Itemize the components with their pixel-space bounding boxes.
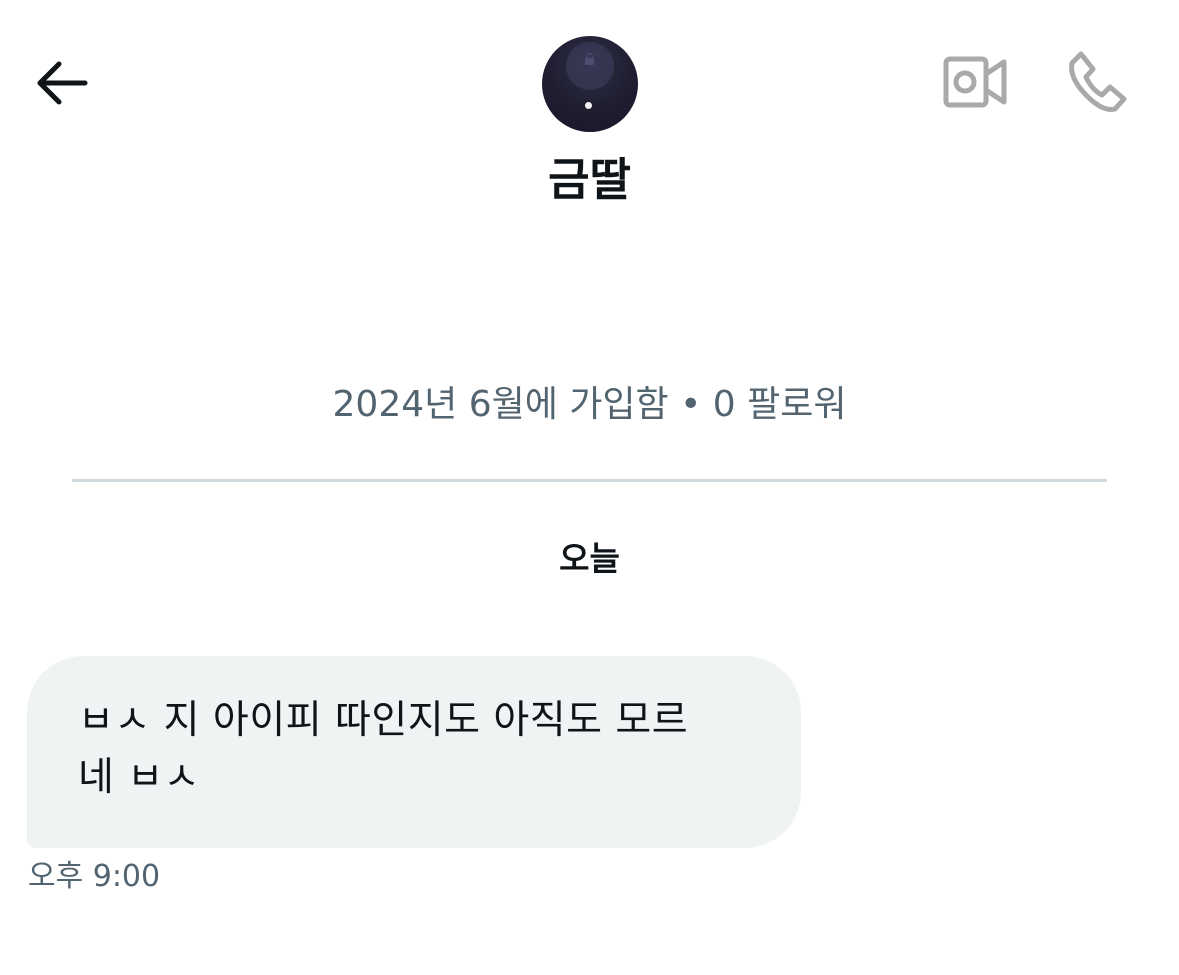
avatar-halo bbox=[566, 42, 614, 90]
avatar[interactable] bbox=[542, 36, 638, 132]
back-button[interactable] bbox=[28, 52, 94, 118]
message-text: ㅂㅅ 지 아이피 따인지도 아직도 모르 네 ㅂㅅ bbox=[78, 698, 689, 800]
video-camera-icon bbox=[943, 54, 1007, 114]
voice-call-button[interactable] bbox=[1061, 50, 1129, 118]
divider bbox=[72, 479, 1107, 482]
phone-icon bbox=[1063, 50, 1127, 118]
avatar-dot bbox=[585, 102, 592, 109]
message-timestamp: 오후 9:00 bbox=[28, 859, 161, 894]
lock-icon bbox=[585, 53, 594, 65]
arrow-left-icon bbox=[31, 53, 91, 117]
header-actions bbox=[941, 50, 1129, 118]
video-call-button[interactable] bbox=[941, 50, 1009, 118]
display-name[interactable]: 금딸 bbox=[0, 150, 1179, 210]
date-divider: 오늘 bbox=[559, 539, 620, 578]
profile-meta: 2024년 6월에 가입함 • 0 팔로워 bbox=[332, 384, 847, 425]
message-bubble[interactable]: ㅂㅅ 지 아이피 따인지도 아직도 모르 네 ㅂㅅ bbox=[27, 656, 801, 848]
